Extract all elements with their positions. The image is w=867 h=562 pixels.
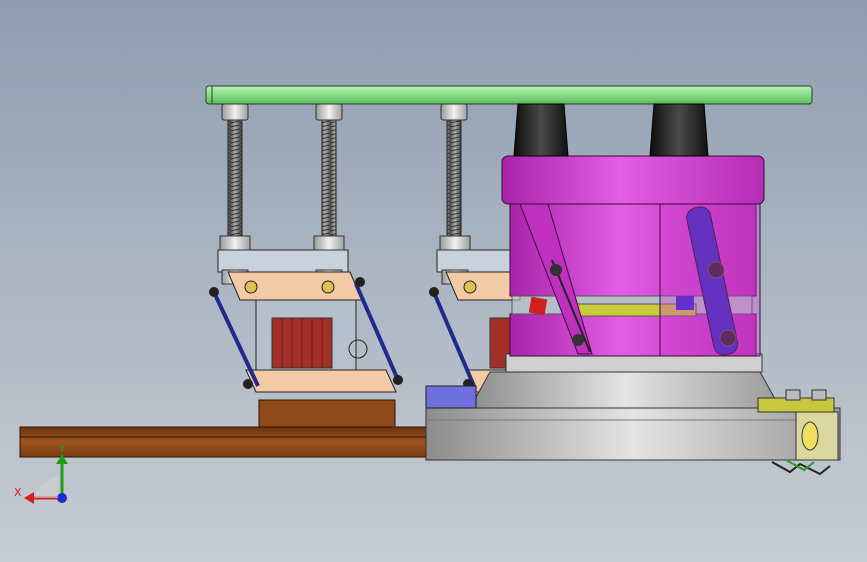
top-nuts [221,103,468,121]
y-axis-arrowhead [56,454,68,464]
black-caps [513,103,709,157]
threaded-rods [227,111,462,238]
triad-plane [34,476,58,498]
left-clamp-assembly [209,235,403,428]
z-axis-dot [57,493,67,503]
green-top-plate [205,85,813,105]
wood-board [19,426,431,458]
cad-3d-viewport[interactable]: Y X [0,0,867,562]
coordinate-triad: Y X [10,440,80,510]
x-axis-label: X [14,486,22,499]
assembly-model[interactable] [0,0,867,562]
magenta-press-body [501,155,765,357]
x-axis-arrowhead [24,492,34,504]
y-axis-label: Y [58,442,66,455]
